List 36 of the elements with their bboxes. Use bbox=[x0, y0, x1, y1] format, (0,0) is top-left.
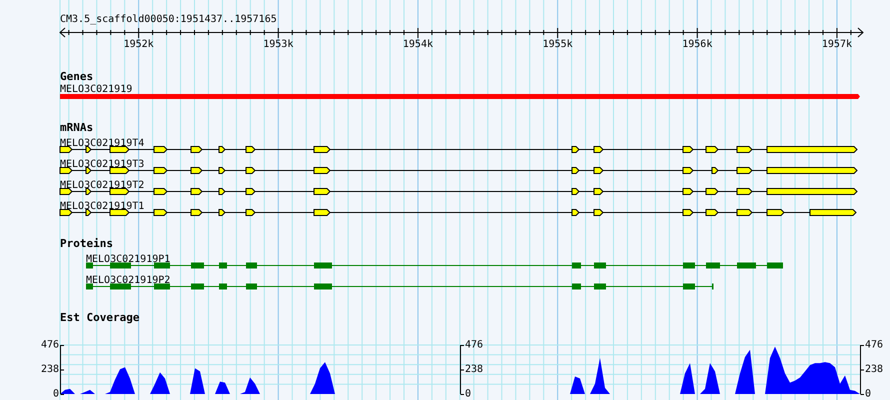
axis-label: 238 bbox=[865, 364, 884, 375]
feature-label: MELO3C021919T1 bbox=[60, 201, 144, 212]
axis-label: 0 bbox=[465, 388, 472, 400]
track-title: Genes bbox=[60, 70, 94, 83]
axis-label: 0 bbox=[52, 388, 59, 400]
axis-label: 238 bbox=[40, 364, 59, 375]
axis-label: 476 bbox=[40, 340, 59, 350]
transcript-model[interactable] bbox=[60, 167, 858, 174]
feature-label: MELO3C021919P2 bbox=[86, 275, 170, 286]
axis-label: 476 bbox=[865, 340, 884, 350]
transcript-model[interactable] bbox=[60, 146, 858, 153]
y-axis bbox=[860, 344, 864, 395]
protein-model[interactable] bbox=[86, 262, 784, 268]
tick-label: 1955k bbox=[542, 39, 573, 50]
feature-label: MELO3C021919T3 bbox=[60, 159, 144, 170]
tick-label: 1956k bbox=[682, 39, 712, 50]
track-title: mRNAs bbox=[60, 121, 94, 134]
tick-label: 1954k bbox=[402, 39, 434, 50]
track-title: Est Coverage bbox=[60, 311, 140, 324]
y-axis bbox=[460, 344, 464, 395]
track-title: Proteins bbox=[60, 237, 113, 250]
feature-label: MELO3C021919 bbox=[60, 84, 132, 95]
tick-label: 1953k bbox=[263, 39, 294, 50]
protein-model[interactable] bbox=[86, 284, 714, 290]
feature-label: MELO3C021919T4 bbox=[60, 138, 144, 149]
feature-label: MELO3C021919T2 bbox=[60, 180, 144, 191]
axis-label: 0 bbox=[865, 388, 872, 400]
y-axis bbox=[60, 344, 64, 395]
axis-label: 238 bbox=[465, 364, 484, 375]
transcript-model[interactable] bbox=[60, 209, 857, 216]
tick-label: 1957k bbox=[822, 39, 852, 50]
axis-label: 476 bbox=[465, 340, 484, 350]
ruler-title: CM3.5_scaffold00050:1951437..1957165 bbox=[60, 14, 277, 25]
tick-label: 1952k bbox=[124, 39, 154, 50]
feature-label: MELO3C021919P1 bbox=[86, 254, 170, 265]
transcript-model[interactable] bbox=[60, 188, 858, 195]
